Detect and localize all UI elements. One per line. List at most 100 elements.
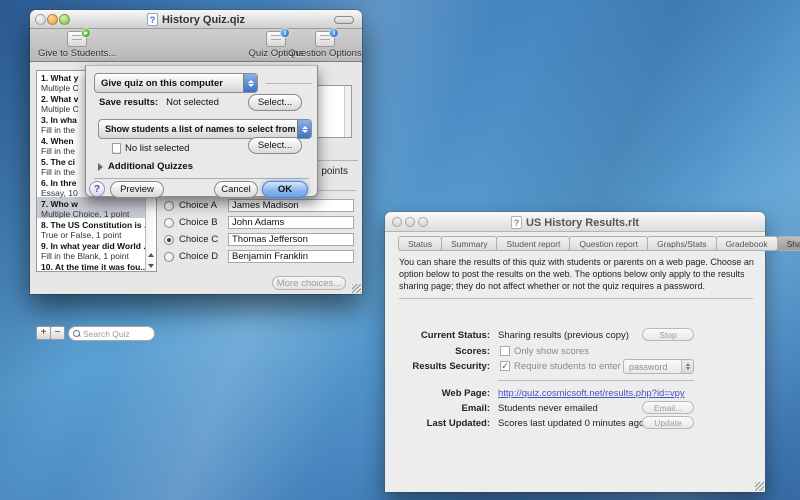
help-button[interactable]: ?	[89, 181, 105, 197]
results-titlebar[interactable]: ? US History Results.rlt	[385, 212, 765, 232]
ok-button[interactable]: OK	[262, 181, 308, 198]
email-label: Email:	[385, 403, 490, 414]
more-choices-button[interactable]: More choices...	[272, 276, 346, 290]
editor-scrollbar[interactable]	[344, 86, 351, 137]
radio-choice-b[interactable]	[164, 218, 174, 228]
question-options-label: Question Options	[288, 48, 361, 59]
resize-handle[interactable]	[755, 482, 764, 491]
share-description: You can share the results of this quiz w…	[399, 256, 757, 292]
update-button[interactable]: Update	[642, 416, 694, 429]
list-item[interactable]: 10. At the time it was fou...	[37, 260, 156, 272]
radio-choice-c-selected[interactable]	[164, 235, 174, 245]
results-doc-icon: ?	[511, 216, 522, 229]
question-title: 9. In what year did World ...	[41, 241, 152, 251]
password-popup-value: password	[624, 362, 668, 372]
tab-share[interactable]: Share	[777, 236, 800, 251]
quiz-mode-popup-value: Give quiz on this computer	[95, 78, 223, 89]
choice-c-field[interactable]: Thomas Jefferson	[228, 233, 354, 246]
list-item[interactable]: 8. The US Constitution is ... True or Fa…	[37, 218, 156, 239]
additional-quizzes-label: Additional Quizzes	[108, 161, 193, 172]
radio-choice-d[interactable]	[164, 252, 174, 262]
choice-d-label: Choice D	[179, 251, 223, 262]
choice-row-c: Choice C Thomas Jefferson	[164, 232, 354, 247]
toolbar-toggle-pill[interactable]	[334, 16, 354, 24]
question-title: 8. The US Constitution is ...	[41, 220, 152, 230]
give-quiz-icon: ▸	[67, 31, 87, 47]
question-title: 7. Who w	[41, 199, 152, 209]
only-show-scores-checkbox-label: Only show scores	[514, 346, 589, 357]
cancel-button[interactable]: Cancel	[214, 181, 258, 198]
save-results-value: Not selected	[166, 97, 219, 108]
search-icon	[73, 330, 81, 338]
choice-b-field[interactable]: John Adams	[228, 216, 354, 229]
remove-question-button[interactable]: −	[50, 326, 65, 340]
list-document-icon	[112, 143, 121, 154]
email-button[interactable]: Email...	[642, 401, 694, 414]
quiz-window: ? History Quiz.qiz ▸ Give to Students...…	[30, 10, 362, 294]
choice-row-b: Choice B John Adams	[164, 215, 354, 230]
select-results-button[interactable]: Select...	[248, 94, 302, 111]
question-options-button[interactable]: i Question Options	[290, 31, 360, 59]
require-password-checkbox-checked[interactable]: ✓	[500, 361, 510, 371]
quiz-mode-popup[interactable]: Give quiz on this computer	[94, 73, 258, 93]
tab-gradebook[interactable]: Gradebook	[716, 236, 778, 251]
search-field[interactable]	[68, 326, 155, 341]
only-show-scores-checkbox[interactable]	[500, 346, 510, 356]
resize-handle[interactable]	[352, 284, 361, 293]
scroll-up-arrow-icon[interactable]	[146, 249, 156, 260]
separator	[266, 83, 312, 84]
stepper-icon	[297, 120, 311, 138]
additional-quizzes-disclosure[interactable]: Additional Quizzes	[98, 161, 193, 172]
tab-question-report[interactable]: Question report	[569, 236, 648, 251]
tab-student-report[interactable]: Student report	[496, 236, 570, 251]
desktop-background: ? History Quiz.qiz ▸ Give to Students...…	[0, 0, 800, 500]
stop-button[interactable]: Stop	[642, 328, 694, 341]
question-title: 10. At the time it was fou...	[41, 262, 152, 272]
results-tabbar: Status Summary Student report Question r…	[399, 236, 800, 251]
select-list-button[interactable]: Select...	[248, 137, 302, 154]
question-options-icon: i	[315, 31, 335, 47]
info-badge-icon: i	[329, 28, 339, 38]
results-web-link[interactable]: http://quiz.cosmicsoft.net/results.php?i…	[498, 388, 685, 399]
radio-choice-a[interactable]	[164, 201, 174, 211]
last-updated-label: Last Updated:	[385, 418, 490, 429]
window-title: ? History Quiz.qiz	[30, 13, 362, 26]
choice-d-field[interactable]: Benjamin Franklin	[228, 250, 354, 263]
window-title: ? US History Results.rlt	[385, 216, 765, 229]
disclosure-triangle-icon	[98, 163, 103, 171]
no-list-label: No list selected	[125, 143, 189, 154]
search-input[interactable]	[83, 329, 150, 339]
give-quiz-sheet: Give quiz on this computer Save results:…	[85, 65, 318, 197]
separator	[498, 380, 694, 381]
results-security-label: Results Security:	[385, 361, 490, 372]
tab-summary[interactable]: Summary	[441, 236, 497, 251]
give-to-students-button[interactable]: ▸ Give to Students...	[38, 31, 116, 59]
last-updated-value: Scores last updated 0 minutes ago	[498, 418, 644, 429]
separator	[94, 178, 309, 179]
current-status-value: Sharing results (previous copy)	[498, 330, 629, 341]
names-list-popup[interactable]: Show students a list of names to select …	[98, 119, 312, 139]
preview-button[interactable]: Preview	[110, 181, 164, 198]
quiz-options-icon: i	[266, 31, 286, 47]
separator	[399, 298, 753, 299]
password-popup[interactable]: password	[623, 359, 694, 374]
choice-b-label: Choice B	[179, 217, 223, 228]
stepper-icon	[243, 74, 257, 92]
scroll-down-arrow-icon[interactable]	[146, 260, 156, 271]
choice-c-label: Choice C	[179, 234, 223, 245]
list-item-selected[interactable]: 7. Who w Multiple Choice, 1 point	[37, 197, 156, 218]
save-results-label: Save results:	[99, 97, 158, 108]
add-question-button[interactable]: +	[36, 326, 51, 340]
scores-label: Scores:	[385, 346, 490, 357]
list-item[interactable]: 9. In what year did World ... Fill in th…	[37, 239, 156, 260]
tab-graphs-stats[interactable]: Graphs/Stats	[647, 236, 717, 251]
window-title-text: History Quiz.qiz	[162, 14, 245, 26]
choice-a-field[interactable]: James Madison	[228, 199, 354, 212]
email-value: Students never emailed	[498, 403, 598, 414]
stepper-icon	[681, 360, 693, 373]
tab-status[interactable]: Status	[398, 236, 442, 251]
info-badge-icon: i	[280, 28, 290, 38]
no-list-row: No list selected	[112, 143, 189, 154]
quiz-titlebar[interactable]: ? History Quiz.qiz	[30, 10, 362, 29]
quiz-toolbar: ▸ Give to Students... i Quiz Options i Q…	[30, 29, 362, 62]
